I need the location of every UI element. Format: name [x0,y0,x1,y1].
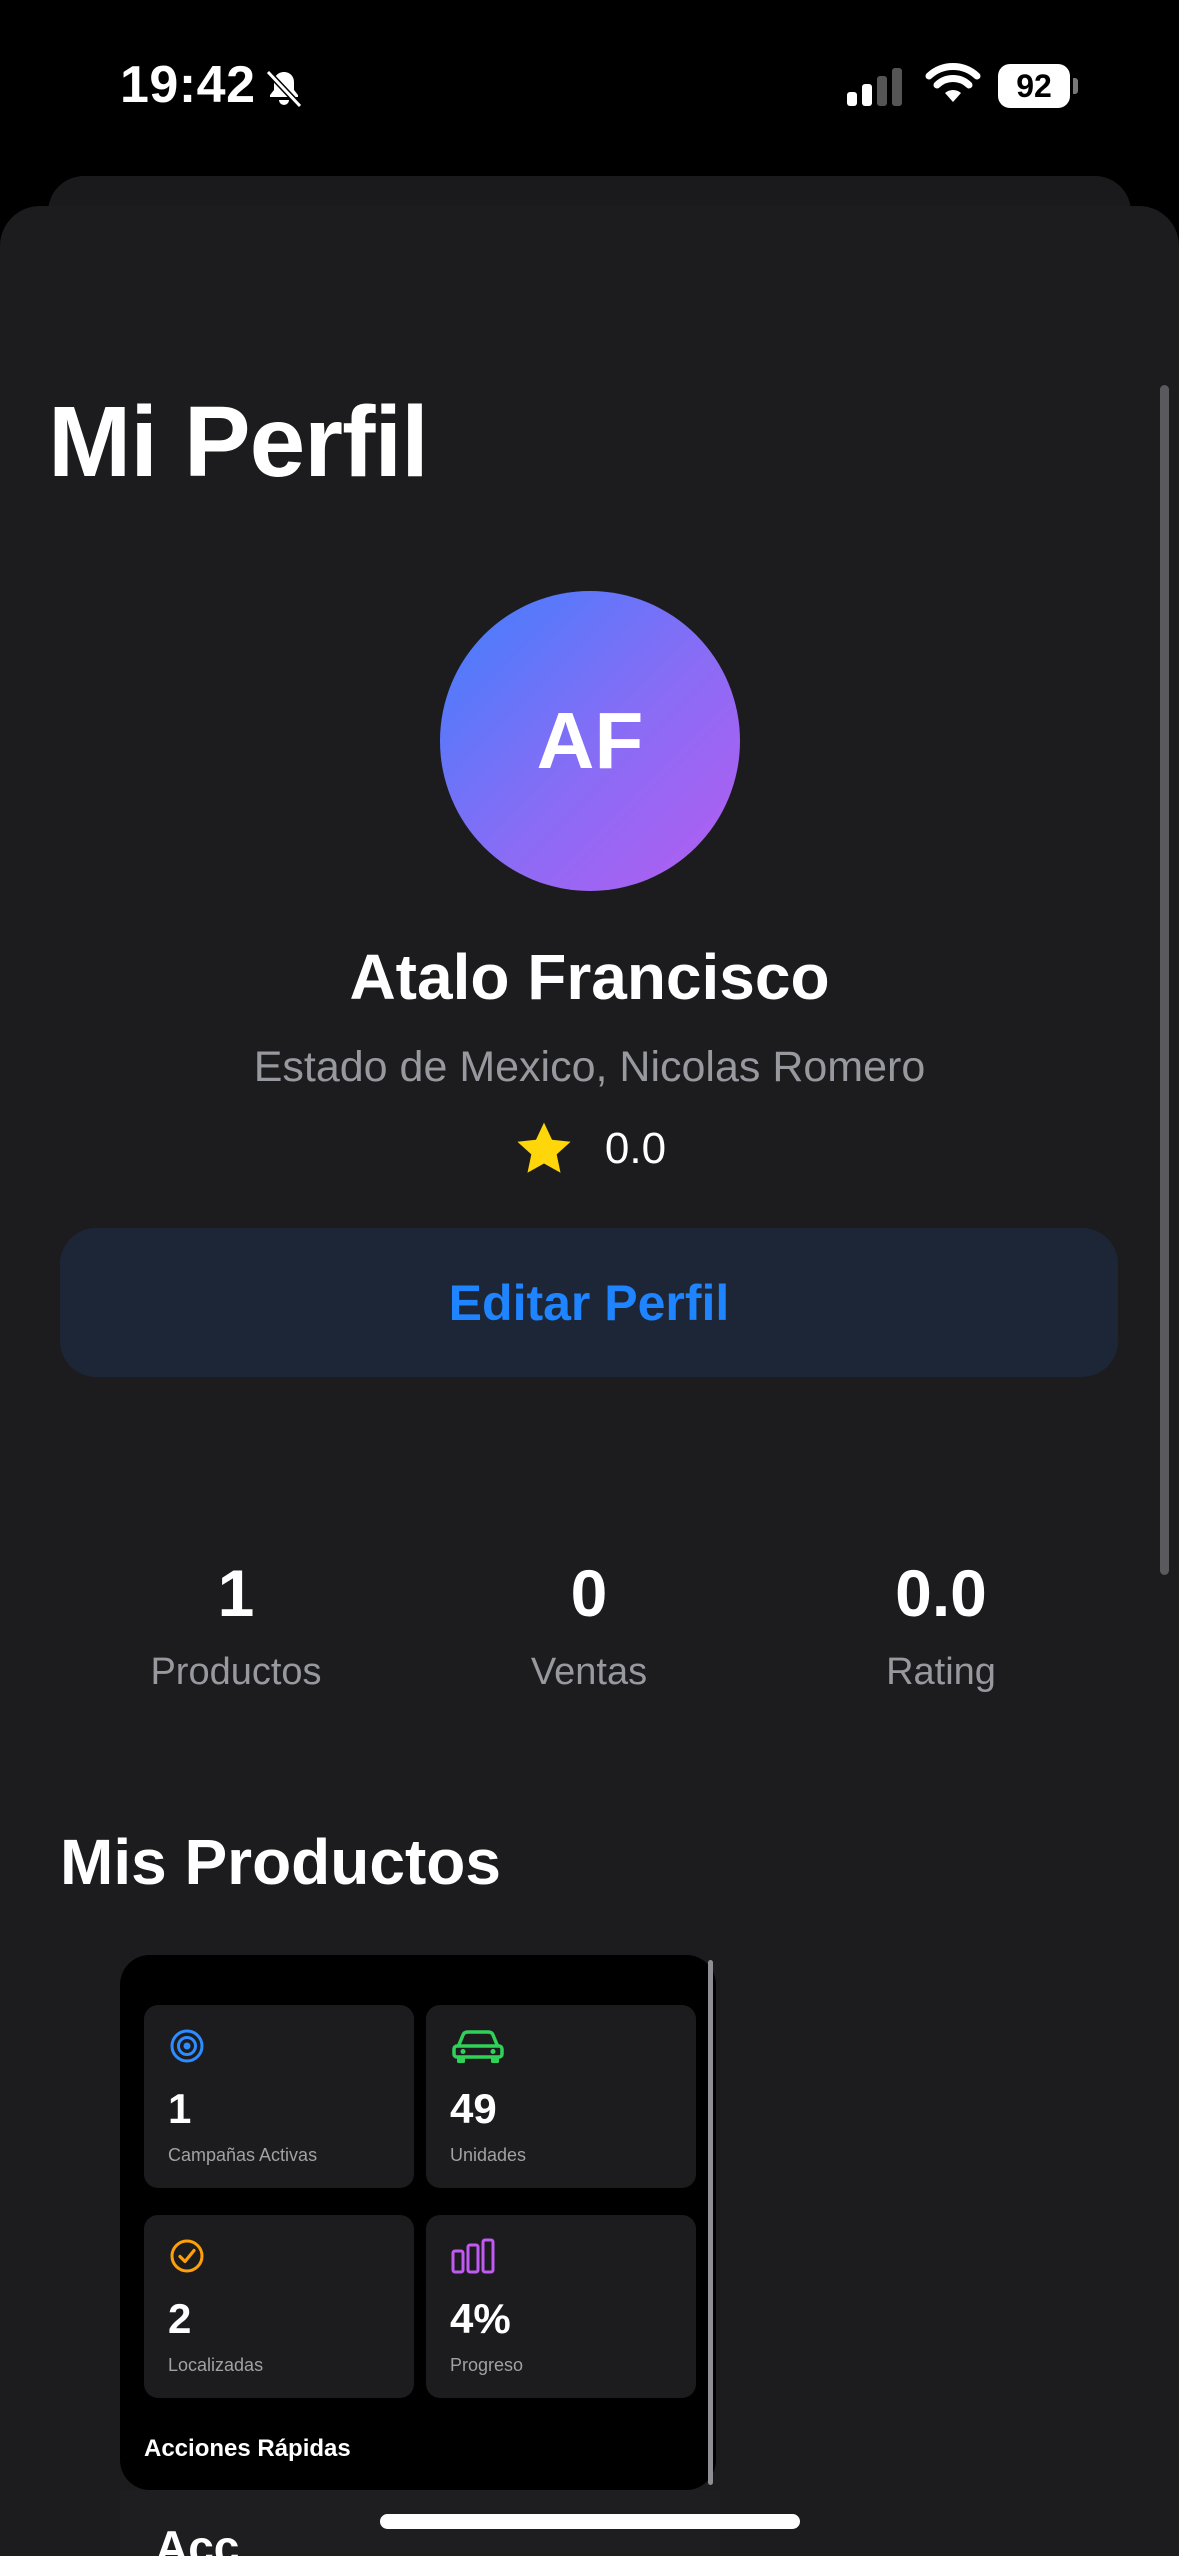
profile-location: Estado de Mexico, Nicolas Romero [253,1043,926,1091]
stat-label: Rating [886,1651,996,1693]
stat-value: 0.0 [895,1556,987,1630]
stat-value: 0 [570,1556,608,1630]
card-top-bar [120,1955,716,1973]
battery-level: 92 [998,64,1070,108]
quick-actions-heading: Acciones Rápidas [144,2435,351,2462]
battery-indicator: 92 [998,64,1078,108]
metric-label: Progreso [450,2355,524,2375]
metric-value: 4% [450,2295,511,2342]
bell-muted-icon [265,69,303,109]
stat-label: Ventas [530,1651,648,1693]
stat-label: Productos [150,1651,322,1693]
stat-value: 1 [217,1556,255,1630]
battery-tip [1073,78,1078,94]
checkmark-circle-icon [170,2239,204,2273]
metric-progress: 4% Progreso [426,2215,696,2398]
star-icon [517,1122,571,1173]
metric-value: 49 [450,2085,497,2132]
stat-products: 1 Productos [76,1555,396,1694]
product-card-edge [708,1960,713,2485]
metric-label: Localizadas [168,2355,264,2375]
partial-section-text: Acc [155,2521,240,2556]
product-card[interactable]: 1 Campañas Activas 49 Unidades 2 Localiz… [120,1955,716,2490]
metric-value: 1 [168,2085,192,2132]
bar-chart-icon [451,2238,495,2274]
section-title-my-products: Mis Productos [60,1826,501,1898]
wifi-icon [925,63,981,102]
metric-label: Unidades [450,2145,527,2165]
metric-value: 2 [168,2295,192,2342]
target-icon [170,2029,204,2063]
stat-sales: 0 Ventas [429,1555,749,1694]
page-title: Mi Perfil [48,386,429,498]
stats-row: 1 Productos 0 Ventas 0.0 Rating [0,1555,1179,1715]
metric-located: 2 Localizadas [144,2215,414,2398]
car-icon [452,2030,504,2063]
status-bar: 19:42 92 [0,0,1179,175]
status-time: 19:42 [120,56,256,114]
cellular-signal-icon [847,68,902,106]
home-indicator[interactable] [380,2514,800,2529]
metric-label: Campañas Activas [168,2145,318,2165]
avatar[interactable]: AF [440,591,740,891]
rating-value: 0.0 [604,1124,667,1173]
edit-profile-button[interactable]: Editar Perfil [60,1228,1118,1377]
metric-units: 49 Unidades [426,2005,696,2188]
metric-active-campaigns: 1 Campañas Activas [144,2005,414,2188]
profile-name: Atalo Francisco [349,941,830,1013]
rating-row: 0.0 [0,1118,1179,1180]
stat-rating: 0.0 Rating [781,1555,1101,1694]
